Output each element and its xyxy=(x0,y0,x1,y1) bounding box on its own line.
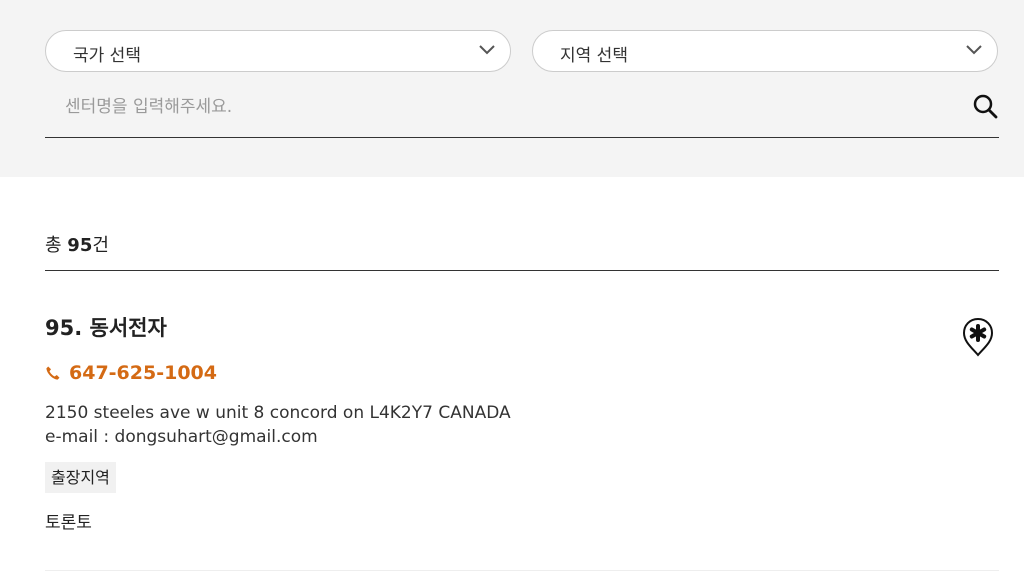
result-count-prefix: 총 xyxy=(45,235,68,256)
center-list-item: 95. 동서전자 647-625-1004 2150 steeles ave w… xyxy=(45,300,999,570)
chevron-down-icon xyxy=(479,45,495,55)
center-email: e-mail : dongsuhart@gmail.com xyxy=(45,427,318,447)
search-button[interactable] xyxy=(971,92,999,120)
filter-panel: 국가 선택 지역 선택 xyxy=(0,0,1024,177)
center-address: 2150 steeles ave w unit 8 concord on L4K… xyxy=(45,403,511,423)
phone-icon xyxy=(46,366,60,380)
result-count-divider xyxy=(45,270,999,271)
phone-number-link[interactable]: 647-625-1004 xyxy=(69,362,217,384)
search-icon xyxy=(973,94,998,119)
center-title: 95. 동서전자 xyxy=(45,316,167,340)
result-count: 총 95건 xyxy=(45,231,109,257)
result-count-suffix: 건 xyxy=(92,235,109,256)
service-area-value: 토론토 xyxy=(45,513,92,533)
country-select[interactable]: 국가 선택 xyxy=(45,30,511,72)
search-bar xyxy=(45,84,999,138)
country-select-label: 국가 선택 xyxy=(73,46,141,66)
service-area-label: 출장지역 xyxy=(45,462,116,493)
region-select[interactable]: 지역 선택 xyxy=(532,30,998,72)
region-select-label: 지역 선택 xyxy=(560,46,628,66)
phone-row[interactable]: 647-625-1004 xyxy=(45,362,217,384)
favorite-star-pin-icon xyxy=(962,317,994,357)
chevron-down-icon xyxy=(966,45,982,55)
result-count-value: 95 xyxy=(67,235,93,256)
list-item-divider xyxy=(45,570,999,571)
center-name-search-input[interactable] xyxy=(45,90,945,124)
favorite-button[interactable] xyxy=(961,316,995,358)
